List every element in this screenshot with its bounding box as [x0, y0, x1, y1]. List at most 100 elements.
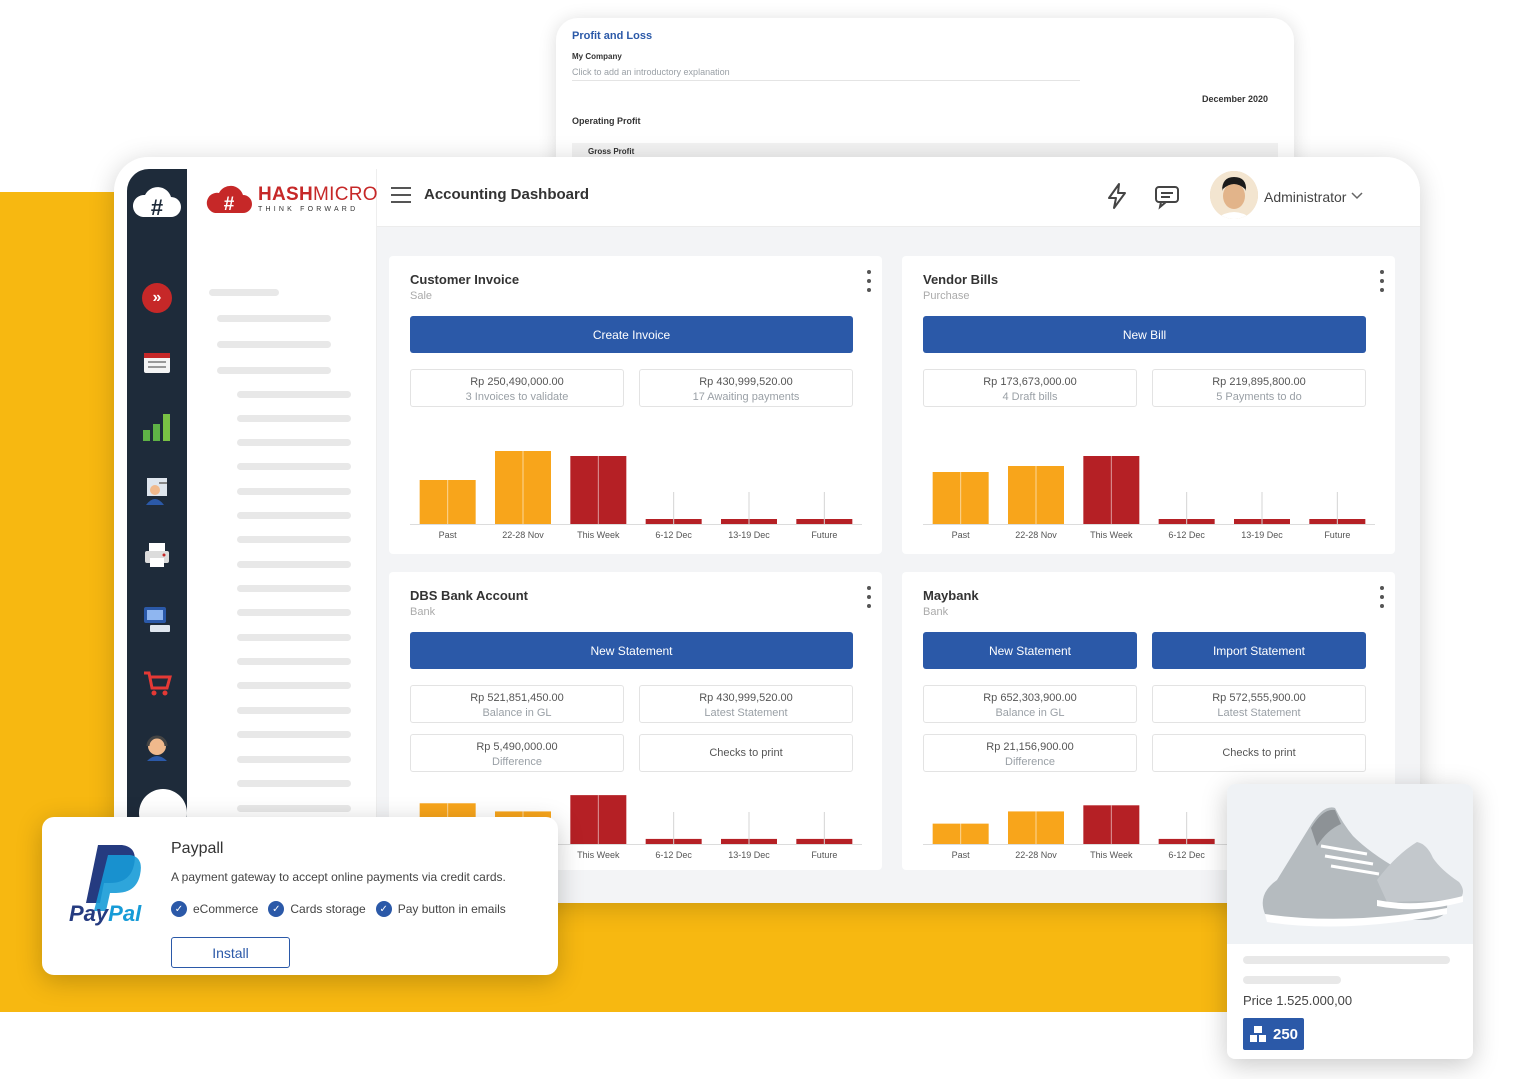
chart-tick-label: Future — [811, 530, 837, 540]
latest-statement-stat[interactable]: Rp 430,999,520.00 Latest Statement — [639, 685, 853, 723]
awaiting-payments-stat[interactable]: Rp 430,999,520.00 17 Awaiting payments — [639, 369, 853, 407]
check-circle-icon: ✓ — [171, 901, 187, 917]
hamburger-menu-icon[interactable] — [391, 187, 411, 203]
pl-company: My Company — [572, 52, 622, 61]
icon-rail: # » — [127, 169, 187, 903]
chart-tick-label: 6-12 Dec — [655, 530, 692, 540]
card-subtitle: Bank — [923, 606, 949, 618]
chart-tick-label: This Week — [577, 530, 620, 540]
card-title: DBS Bank Account — [410, 588, 528, 603]
payments-to-do-stat[interactable]: Rp 219,895,800.00 5 Payments to do — [1152, 369, 1366, 407]
paypal-app-card: PayPal Paypall A payment gateway to acce… — [42, 817, 558, 975]
difference-stat[interactable]: Rp 21,156,900.00 Difference — [923, 734, 1137, 772]
balance-in-gl-stat[interactable]: Rp 652,303,900.00 Balance in GL — [923, 685, 1137, 723]
chart-tick-label: 22-28 Nov — [1015, 530, 1057, 540]
difference-stat[interactable]: Rp 5,490,000.00 Difference — [410, 734, 624, 772]
expand-menu-button[interactable]: » — [142, 283, 172, 313]
pl-explanation[interactable]: Click to add an introductory explanation — [572, 67, 1080, 81]
install-button[interactable]: Install — [171, 937, 290, 968]
feature-label: Cards storage — [290, 902, 366, 916]
pl-period: December 2020 — [1201, 94, 1268, 104]
paypal-features: ✓ eCommerce ✓ Cards storage ✓ Pay button in… — [171, 901, 516, 917]
import-statement-button[interactable]: Import Statement — [1152, 632, 1366, 669]
invoice-module-icon[interactable] — [141, 347, 173, 379]
user-name[interactable]: Administrator — [1264, 189, 1346, 205]
hash-logo-icon[interactable]: # — [129, 183, 185, 223]
chart-tick-label: 13-19 Dec — [728, 530, 770, 540]
boxes-icon — [1249, 1026, 1266, 1042]
latest-statement-stat[interactable]: Rp 572,555,900.00 Latest Statement — [1152, 685, 1366, 723]
feature-label: Pay button in emails — [397, 902, 506, 916]
feature-item: ✓ eCommerce — [171, 901, 258, 917]
pos-terminal-icon[interactable] — [141, 603, 173, 635]
stat-label: 17 Awaiting payments — [692, 391, 800, 403]
user-avatar[interactable] — [1210, 171, 1258, 219]
invoices-to-validate-stat[interactable]: Rp 250,490,000.00 3 Invoices to validate — [410, 369, 624, 407]
stat-label: 3 Invoices to validate — [465, 391, 569, 403]
stat-value: Rp 572,555,900.00 — [1212, 692, 1306, 704]
nav-placeholder — [237, 488, 351, 495]
product-price: Price 1.525.000,00 — [1243, 993, 1353, 1008]
stock-count: 250 — [1272, 1025, 1299, 1043]
draft-bills-stat[interactable]: Rp 173,673,000.00 4 Draft bills — [923, 369, 1137, 407]
nav-placeholder — [217, 341, 331, 348]
stat-label: Balance in GL — [995, 707, 1065, 719]
balance-in-gl-stat[interactable]: Rp 521,851,450.00 Balance in GL — [410, 685, 624, 723]
stat-value: Rp 430,999,520.00 — [699, 376, 793, 388]
brand-name-bold: HASH — [258, 184, 314, 205]
vendor-bills-chart: Past 22-28 Nov This Week 6-12 Dec 13-19 Dec F… — [923, 456, 1375, 540]
lightning-icon[interactable] — [1103, 182, 1131, 210]
nav-placeholder — [217, 315, 331, 322]
new-bill-button[interactable]: New Bill — [923, 316, 1366, 353]
stat-value: Rp 21,156,900.00 — [986, 741, 1074, 753]
svg-text:#: # — [151, 195, 163, 220]
feature-label: eCommerce — [193, 902, 259, 916]
product-image — [1227, 784, 1473, 944]
product-name-placeholder — [1243, 956, 1450, 964]
chart-tick-label: This Week — [1090, 530, 1133, 540]
report-chart-icon[interactable] — [141, 411, 173, 443]
sneaker-icon — [1262, 807, 1463, 927]
checks-to-print-button[interactable]: Checks to print — [1152, 734, 1366, 772]
stock-badge[interactable]: 250 — [1243, 1018, 1304, 1050]
support-agent-icon[interactable] — [141, 731, 173, 763]
stat-label: Balance in GL — [482, 707, 552, 719]
create-invoice-button[interactable]: Create Invoice — [410, 316, 853, 353]
shopping-cart-icon[interactable] — [141, 667, 173, 699]
nav-placeholder — [237, 731, 351, 738]
nav-placeholder — [237, 756, 351, 763]
employee-icon[interactable] — [141, 475, 173, 507]
chevron-down-icon[interactable] — [1351, 191, 1363, 204]
nav-placeholder — [237, 512, 351, 519]
kebab-menu-icon[interactable] — [1379, 586, 1385, 608]
chart-tick-label: 6-12 Dec — [1168, 850, 1205, 860]
paypal-word-light: Pal — [108, 901, 142, 926]
stat-label: Difference — [1005, 756, 1055, 768]
new-statement-button[interactable]: New Statement — [410, 632, 853, 669]
chart-tick-label: 6-12 Dec — [1168, 530, 1205, 540]
nav-placeholder — [237, 585, 351, 592]
nav-placeholder — [237, 707, 351, 714]
kebab-menu-icon[interactable] — [866, 586, 872, 608]
chart-tick-label: Future — [811, 850, 837, 860]
chat-icon[interactable] — [1153, 182, 1181, 210]
nav-placeholder — [237, 658, 351, 665]
printer-icon[interactable] — [141, 539, 173, 571]
chart-tick-label: Past — [439, 530, 458, 540]
checks-to-print-button[interactable]: Checks to print — [639, 734, 853, 772]
kebab-menu-icon[interactable] — [1379, 270, 1385, 292]
nav-placeholder — [237, 463, 351, 470]
check-circle-icon: ✓ — [375, 901, 392, 917]
nav-placeholder — [237, 415, 351, 422]
kebab-menu-icon[interactable] — [866, 270, 872, 292]
chart-tick-label: This Week — [1090, 850, 1133, 860]
paypal-word-dark: Pay — [69, 901, 109, 926]
card-subtitle: Purchase — [923, 290, 970, 302]
chart-tick-label: 13-19 Dec — [1241, 530, 1283, 540]
nav-placeholder — [237, 682, 351, 689]
new-statement-button[interactable]: New Statement — [923, 632, 1137, 669]
hashmicro-logo[interactable]: # HASHMICRO THINK FORWARD — [206, 183, 378, 215]
stat-value: Rp 250,490,000.00 — [470, 376, 564, 388]
product-card[interactable]: Price 1.525.000,00 250 — [1227, 784, 1473, 1059]
hashmicro-cloud-icon: # — [206, 185, 252, 215]
